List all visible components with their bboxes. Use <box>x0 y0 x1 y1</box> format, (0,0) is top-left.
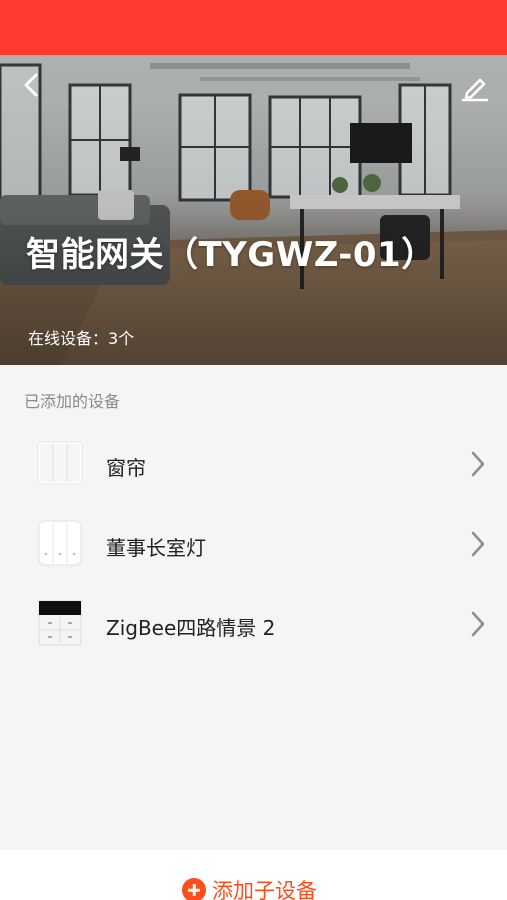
device-list: 窗帘 董事长室灯 ZigBee四路情景 2 <box>0 424 507 664</box>
status-bar <box>0 0 507 55</box>
device-row-light[interactable]: 董事长室灯 <box>0 504 507 584</box>
chevron-right-icon <box>471 451 485 477</box>
curtain-switch-icon <box>36 438 84 488</box>
light-switch-icon <box>36 518 84 568</box>
device-name: 董事长室灯 <box>106 536 206 560</box>
add-sub-device-label: 添加子设备 <box>212 879 317 900</box>
chevron-right-icon <box>471 531 485 557</box>
device-row-scene[interactable]: ZigBee四路情景 2 <box>0 584 507 664</box>
gateway-title: 智能网关（TYGWZ-01） <box>26 235 436 275</box>
scene-switch-icon <box>36 598 84 648</box>
online-devices-count: 3个 <box>108 329 135 348</box>
online-devices-status: 在线设备：3个 <box>28 325 134 349</box>
chevron-left-icon <box>24 73 38 97</box>
pencil-icon <box>461 78 489 102</box>
bottom-action-bar: 添加子设备 <box>0 850 507 900</box>
chevron-right-icon <box>471 611 485 637</box>
section-label-added-devices: 已添加的设备 <box>24 392 121 411</box>
device-name: ZigBee四路情景 2 <box>106 616 276 640</box>
banner-overlay <box>0 55 507 365</box>
add-sub-device-button[interactable]: 添加子设备 <box>182 876 317 900</box>
online-devices-label: 在线设备： <box>28 329 109 348</box>
plus-circle-icon <box>182 878 206 900</box>
back-button[interactable] <box>16 69 48 101</box>
device-name: 窗帘 <box>106 456 146 480</box>
edit-button[interactable] <box>459 71 491 103</box>
device-row-curtain[interactable]: 窗帘 <box>0 424 507 504</box>
header-banner: 智能网关（TYGWZ-01） 在线设备：3个 <box>0 55 507 365</box>
